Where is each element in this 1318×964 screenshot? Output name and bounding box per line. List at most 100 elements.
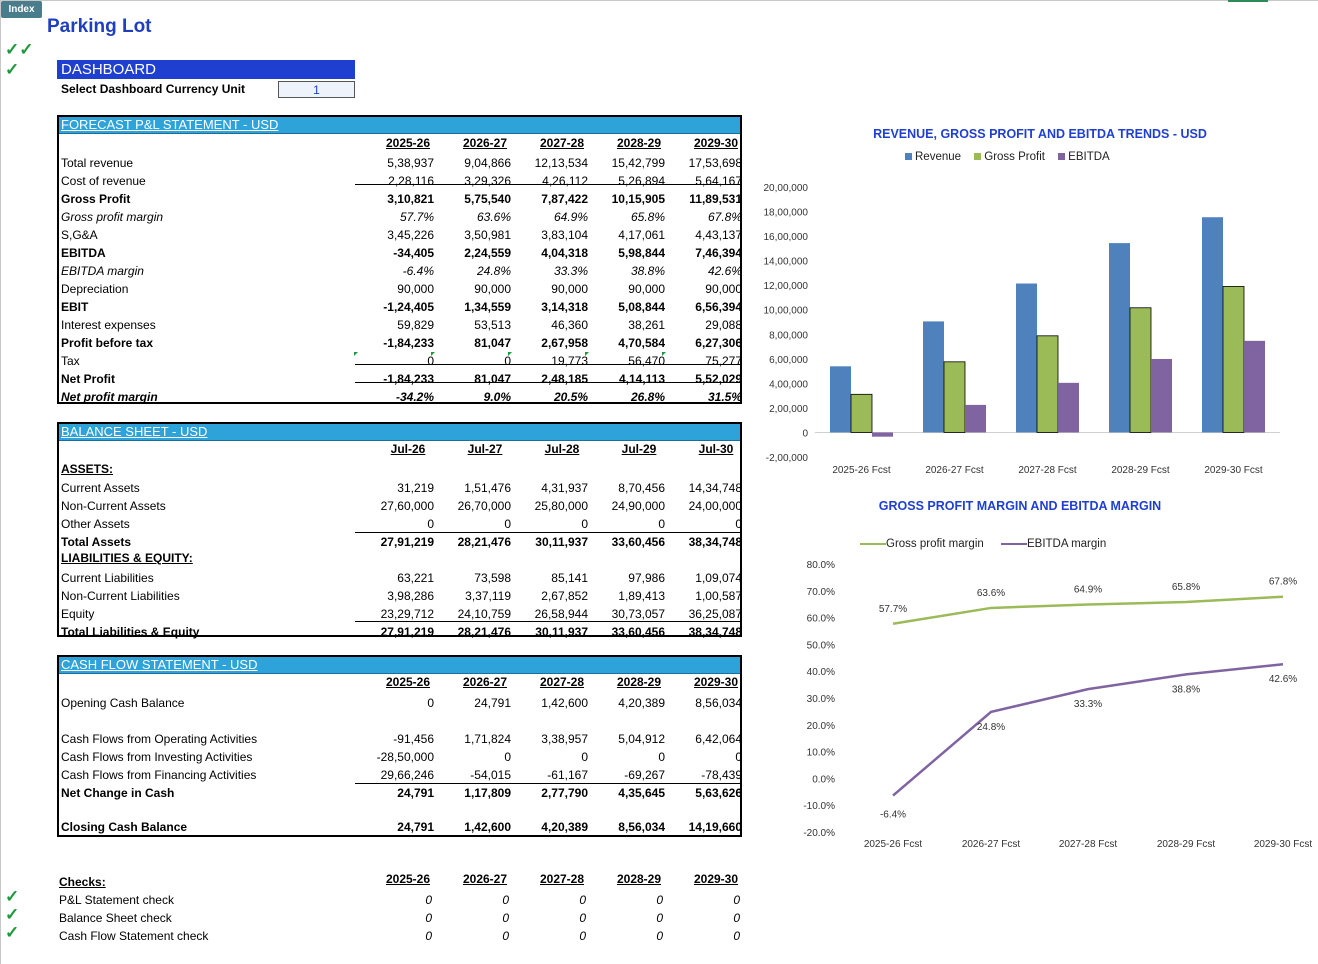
cell-value[interactable]: 28,21,476 (441, 535, 511, 549)
cell-value[interactable]: 90,000 (518, 282, 588, 296)
cell-value[interactable]: -1,84,233 (364, 336, 434, 350)
cell-value[interactable]: 4,20,389 (595, 696, 665, 710)
cell-value[interactable]: 4,70,584 (595, 336, 665, 350)
cell-value[interactable]: 5,38,937 (364, 156, 434, 170)
cell-value[interactable]: 65.8% (595, 210, 665, 224)
cell-value[interactable]: 90,000 (364, 282, 434, 296)
cell-value[interactable]: 1,42,600 (518, 696, 588, 710)
cell-value[interactable]: 75,277 (672, 354, 742, 368)
cell-value[interactable]: 81,047 (441, 336, 511, 350)
cell-value[interactable]: 0 (518, 517, 588, 531)
cell-value[interactable]: 0 (441, 750, 511, 764)
cell-value[interactable]: 0 (672, 750, 742, 764)
cell-value[interactable]: 0 (595, 517, 665, 531)
cell-value[interactable]: 53,513 (441, 318, 511, 332)
cell-value[interactable]: 17,53,698 (672, 156, 742, 170)
cell-value[interactable]: 31.5% (672, 390, 742, 404)
cell-value[interactable]: 0 (362, 911, 432, 925)
cell-value[interactable]: 4,14,113 (595, 372, 665, 386)
cell-value[interactable]: 6,27,306 (672, 336, 742, 350)
cell-value[interactable]: 19,773 (518, 354, 588, 368)
cell-value[interactable]: 30,11,937 (518, 625, 588, 639)
cell-value[interactable]: 0 (364, 517, 434, 531)
cell-value[interactable]: 0 (670, 911, 740, 925)
cell-value[interactable]: 0 (439, 929, 509, 943)
cell-value[interactable]: 42.6% (672, 264, 742, 278)
cell-value[interactable]: 2,77,790 (518, 786, 588, 800)
cell-value[interactable]: 5,52,029 (672, 372, 742, 386)
cell-value[interactable]: 14,34,748 (672, 481, 742, 495)
cell-value[interactable]: 5,08,844 (595, 300, 665, 314)
cell-value[interactable]: 4,35,645 (595, 786, 665, 800)
cell-value[interactable]: 20.5% (518, 390, 588, 404)
index-button[interactable]: Index (1, 1, 42, 18)
cell-value[interactable]: 36,25,087 (672, 607, 742, 621)
cell-value[interactable]: 3,37,119 (441, 589, 511, 603)
cell-value[interactable]: 0 (516, 911, 586, 925)
cell-value[interactable]: 38,34,748 (672, 535, 742, 549)
cell-value[interactable]: -54,015 (441, 768, 511, 782)
cell-value[interactable]: 0 (516, 893, 586, 907)
cell-value[interactable]: 6,42,064 (672, 732, 742, 746)
cell-value[interactable]: 8,70,456 (595, 481, 665, 495)
cell-value[interactable]: 38,34,748 (672, 625, 742, 639)
cell-value[interactable]: 3,45,226 (364, 228, 434, 242)
cell-value[interactable]: 24,791 (441, 696, 511, 710)
cell-value[interactable]: -69,267 (595, 768, 665, 782)
cell-value[interactable]: 4,04,318 (518, 246, 588, 260)
cell-value[interactable]: 1,09,074 (672, 571, 742, 585)
cell-value[interactable]: 33.3% (518, 264, 588, 278)
cell-value[interactable]: 24,00,000 (672, 499, 742, 513)
cell-value[interactable]: 9.0% (441, 390, 511, 404)
cell-value[interactable]: 0 (672, 517, 742, 531)
cell-value[interactable]: 30,11,937 (518, 535, 588, 549)
cell-value[interactable]: 5,04,912 (595, 732, 665, 746)
cell-value[interactable]: 4,20,389 (518, 820, 588, 834)
cell-value[interactable]: 59,829 (364, 318, 434, 332)
cell-value[interactable]: 97,986 (595, 571, 665, 585)
cell-value[interactable]: 1,71,824 (441, 732, 511, 746)
cell-value[interactable]: 0 (518, 750, 588, 764)
cell-value[interactable]: 2,67,958 (518, 336, 588, 350)
cell-value[interactable]: -34.2% (364, 390, 434, 404)
cell-value[interactable]: 0 (593, 911, 663, 925)
cell-value[interactable]: 0 (593, 893, 663, 907)
cell-value[interactable]: 27,91,219 (364, 625, 434, 639)
cell-value[interactable]: 1,42,600 (441, 820, 511, 834)
cell-value[interactable]: 26,70,000 (441, 499, 511, 513)
cell-value[interactable]: 28,21,476 (441, 625, 511, 639)
cell-value[interactable]: 64.9% (518, 210, 588, 224)
cell-value[interactable]: 30,73,057 (595, 607, 665, 621)
cell-value[interactable]: 0 (441, 517, 511, 531)
cell-value[interactable]: -28,50,000 (364, 750, 434, 764)
cell-value[interactable]: 8,56,034 (672, 696, 742, 710)
cell-value[interactable]: 5,98,844 (595, 246, 665, 260)
cell-value[interactable]: -1,84,233 (364, 372, 434, 386)
cell-value[interactable]: 4,26,112 (518, 174, 588, 188)
cell-value[interactable]: 38,261 (595, 318, 665, 332)
cell-value[interactable]: 0 (441, 354, 511, 368)
cell-value[interactable]: 29,66,246 (364, 768, 434, 782)
cell-value[interactable]: 0 (670, 893, 740, 907)
cell-value[interactable]: 0 (593, 929, 663, 943)
cell-value[interactable]: 3,14,318 (518, 300, 588, 314)
cell-value[interactable]: 1,89,413 (595, 589, 665, 603)
cell-value[interactable]: 26,58,944 (518, 607, 588, 621)
cell-value[interactable]: 5,63,626 (672, 786, 742, 800)
cell-value[interactable]: 23,29,712 (364, 607, 434, 621)
cell-value[interactable]: 26.8% (595, 390, 665, 404)
cell-value[interactable]: -91,456 (364, 732, 434, 746)
cell-value[interactable]: 24,10,759 (441, 607, 511, 621)
cell-value[interactable]: 57.7% (364, 210, 434, 224)
currency-unit-input[interactable]: 1 (278, 81, 355, 98)
cell-value[interactable]: 7,87,422 (518, 192, 588, 206)
cell-value[interactable]: 9,04,866 (441, 156, 511, 170)
cell-value[interactable]: 3,50,981 (441, 228, 511, 242)
cell-value[interactable]: 27,60,000 (364, 499, 434, 513)
cell-value[interactable]: 2,67,852 (518, 589, 588, 603)
cell-value[interactable]: 0 (362, 893, 432, 907)
cell-value[interactable]: 3,98,286 (364, 589, 434, 603)
cell-value[interactable]: 24,791 (364, 820, 434, 834)
cell-value[interactable]: 63,221 (364, 571, 434, 585)
cell-value[interactable]: -1,24,405 (364, 300, 434, 314)
